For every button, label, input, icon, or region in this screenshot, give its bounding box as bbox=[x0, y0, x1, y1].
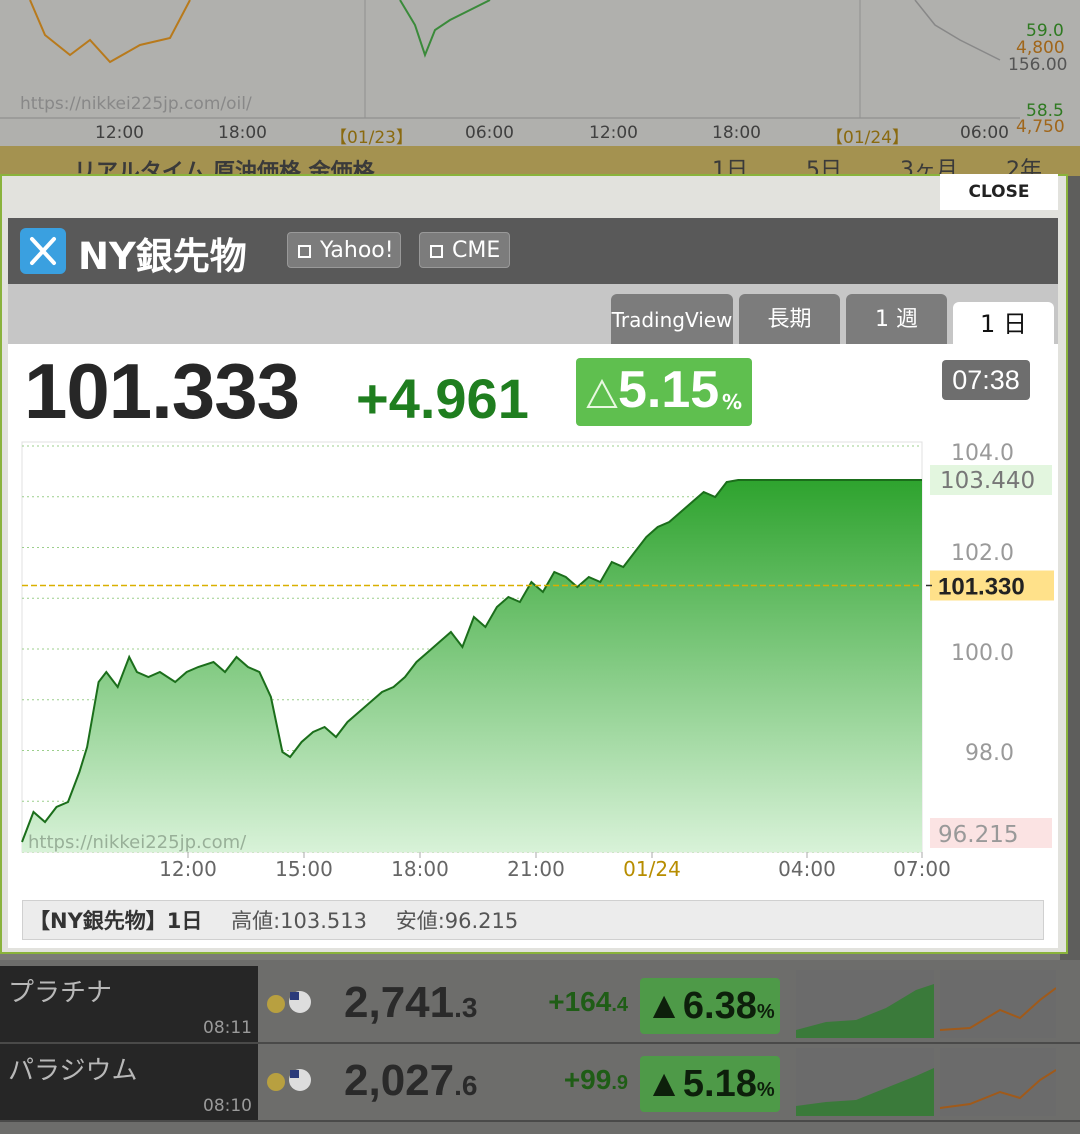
row-name-cell: プラチナ 08:11 bbox=[0, 966, 258, 1042]
tab-long-term[interactable]: 長期 bbox=[739, 294, 840, 344]
row-pct-badge: ▲6.38% bbox=[640, 978, 780, 1034]
tab-tradingview[interactable]: TradingView bbox=[611, 294, 733, 344]
bg-tick: 12:00 bbox=[589, 123, 638, 143]
price-change: +4.961 bbox=[356, 367, 529, 430]
chart-footer: 【NY銀先物】1日 高値:103.513 安値:96.215 bbox=[22, 900, 1044, 940]
bg-tick: 18:00 bbox=[218, 123, 267, 143]
y-tick-label: 100.0 bbox=[951, 641, 1014, 666]
flag-icon bbox=[267, 1069, 311, 1091]
bg-tick: 18:00 bbox=[712, 123, 761, 143]
current-price: 101.333 bbox=[24, 347, 300, 435]
x-tick-label: 18:00 bbox=[391, 857, 449, 881]
watermark-label: https://nikkei225jp.com/ bbox=[28, 832, 247, 853]
row-mini-chart bbox=[939, 970, 1057, 1038]
background-chart-svg bbox=[0, 0, 1020, 119]
change-pct-unit: % bbox=[722, 390, 743, 414]
up-triangle-icon bbox=[586, 378, 618, 408]
footer-high: 高値:103.513 bbox=[231, 909, 368, 933]
x-tick-label: 12:00 bbox=[159, 857, 217, 881]
bg-gold-line bbox=[29, 0, 191, 64]
last-value-label: 103.440 bbox=[940, 468, 1035, 494]
silver-intraday-chart[interactable]: 104.0 102.0 100.0 98.0 103.440 101.330 96.215 h… bbox=[0, 430, 1080, 900]
bg-row-palladium[interactable]: パラジウム 08:10 2,027.6 +99.9 ▲5.18% bbox=[0, 1044, 1080, 1122]
background-chart bbox=[0, 0, 1080, 150]
bg-tick: 06:00 bbox=[960, 123, 1009, 143]
low-value-label: 96.215 bbox=[938, 822, 1018, 848]
row-name-cell: パラジウム 08:10 bbox=[0, 1044, 258, 1120]
x-tick-label: 01/24 bbox=[623, 857, 681, 881]
bg-title-strip: リアルタイム 原油価格 金価格 1日 5日 3ヶ月 2年 bbox=[0, 146, 1080, 185]
x-tick-label: 21:00 bbox=[507, 857, 565, 881]
row-mini-chart bbox=[796, 970, 934, 1038]
row-price: 2,741.3 bbox=[344, 978, 478, 1027]
bg-tick: 12:00 bbox=[95, 123, 144, 143]
x-logo-icon[interactable] bbox=[20, 228, 66, 274]
close-button[interactable]: CLOSE bbox=[940, 174, 1058, 210]
bg-oil-line bbox=[399, 0, 491, 58]
row-price: 2,027.6 bbox=[344, 1056, 478, 1105]
x-tick-label: 04:00 bbox=[778, 857, 836, 881]
row-mini-chart bbox=[796, 1048, 934, 1116]
row-name: プラチナ bbox=[8, 978, 113, 1008]
chart-title: NY銀先物 bbox=[78, 235, 247, 278]
change-pct-value: 5.15 bbox=[618, 361, 720, 419]
bg-url: https://nikkei225jp.com/oil/ bbox=[20, 94, 252, 114]
bg-value: 4,750 bbox=[1016, 117, 1065, 137]
ref-value-label: 101.330 bbox=[938, 574, 1025, 601]
row-change: +99.9 bbox=[563, 1064, 628, 1095]
y-tick-label: 104.0 bbox=[951, 441, 1014, 466]
bg-tick: 【01/23】 bbox=[330, 128, 413, 148]
external-link-icon bbox=[430, 245, 443, 258]
update-time: 07:38 bbox=[942, 360, 1030, 400]
bg-tick: 【01/24】 bbox=[826, 128, 909, 148]
external-link-icon bbox=[298, 245, 311, 258]
row-name: パラジウム bbox=[8, 1056, 138, 1086]
y-tick-label: 102.0 bbox=[951, 541, 1014, 566]
cme-link-label: CME bbox=[452, 238, 501, 263]
x-tick-label: 15:00 bbox=[275, 857, 333, 881]
footer-low: 安値:96.215 bbox=[395, 909, 519, 933]
bg-row-platinum[interactable]: プラチナ 08:11 2,741.3 +164.4 ▲6.38% bbox=[0, 966, 1080, 1044]
flag-icon bbox=[267, 991, 311, 1013]
bg-value: 156.00 bbox=[1008, 55, 1068, 75]
footer-name: 【NY銀先物】1日 bbox=[29, 909, 203, 933]
x-tick-label: 07:00 bbox=[893, 857, 951, 881]
bg-commodity-list: プラチナ 08:11 2,741.3 +164.4 ▲6.38% パラジウム 0… bbox=[0, 960, 1080, 1134]
bg-tick: 06:00 bbox=[465, 123, 514, 143]
cme-link-button[interactable]: CME bbox=[419, 232, 510, 268]
row-time: 08:10 bbox=[203, 1096, 252, 1116]
tab-1-week[interactable]: 1 週 bbox=[846, 294, 947, 344]
row-pct-badge: ▲5.18% bbox=[640, 1056, 780, 1112]
yahoo-link-button[interactable]: Yahoo! bbox=[287, 232, 401, 268]
y-tick-label: 98.0 bbox=[965, 741, 1014, 766]
yahoo-link-label: Yahoo! bbox=[320, 238, 394, 263]
tab-1-day[interactable]: 1 日 bbox=[953, 302, 1054, 344]
row-time: 08:11 bbox=[203, 1018, 252, 1038]
row-change: +164.4 bbox=[548, 986, 628, 1017]
row-mini-chart bbox=[939, 1048, 1057, 1116]
